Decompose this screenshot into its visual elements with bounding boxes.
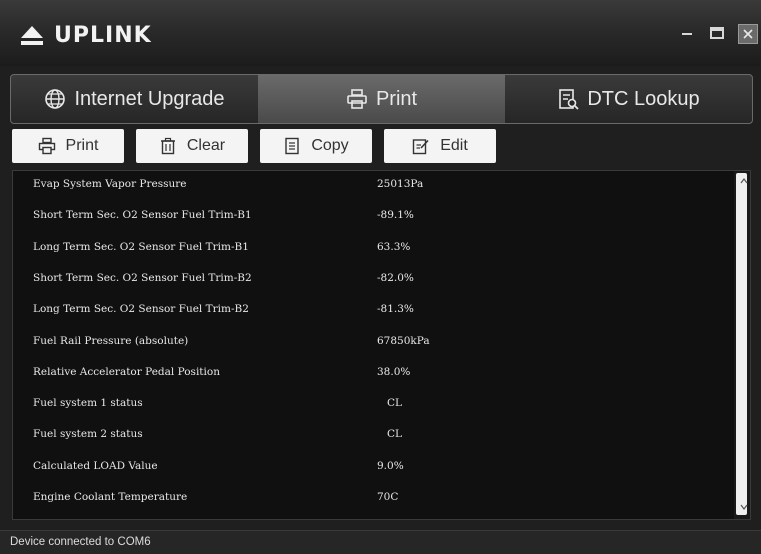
item-name: Evap System Vapor Pressure [33, 178, 187, 190]
list-item: Short Term Sec. O2 Sensor Fuel Trim-B2 -… [13, 265, 731, 296]
item-value: 67850kPa [377, 334, 430, 347]
item-value: 70C [377, 491, 399, 503]
list-item: Calculated LOAD Value 9.0% [13, 453, 731, 484]
tab-internet-upgrade[interactable]: Internet Upgrade [11, 75, 258, 123]
eject-icon [21, 26, 43, 45]
item-value: 9.0% [377, 459, 404, 472]
tab-label: Print [375, 87, 418, 110]
list-item: Engine Coolant Temperature 70C [13, 484, 731, 515]
item-name: Relative Accelerator Pedal Position [33, 365, 220, 378]
tab-label: Internet Upgrade [74, 87, 225, 110]
item-name: Long Term Sec. O2 Sensor Fuel Trim-B1 [33, 240, 249, 253]
trash-icon [160, 137, 175, 155]
copy-icon [285, 137, 300, 155]
status-bar: Device connected to COM6 [0, 530, 761, 554]
list-item: Relative Accelerator Pedal Position 38.0… [13, 359, 731, 390]
app-name: UPLINK [54, 22, 152, 48]
item-value: 38.0% [377, 365, 411, 378]
scrollbar-thumb[interactable] [736, 173, 749, 515]
list-item: Fuel system 1 status CL [13, 390, 731, 421]
tab-dtc-lookup[interactable]: DTC Lookup [505, 75, 752, 123]
maximize-icon [710, 27, 724, 39]
tab-print[interactable]: Print [258, 75, 505, 123]
title-bar: UPLINK [0, 0, 761, 66]
item-value: -81.3% [377, 303, 414, 316]
item-value: CL [387, 397, 403, 410]
close-button[interactable] [738, 24, 758, 44]
tab-bar: Internet Upgrade Print DTC Lookup [10, 74, 753, 124]
item-name: Fuel system 1 status [33, 397, 143, 410]
item-value: 25013Pa [377, 178, 424, 190]
close-icon [743, 29, 753, 39]
clear-label: Clear [186, 137, 226, 154]
clear-button[interactable]: Clear [136, 129, 248, 163]
scroll-up-icon[interactable] [739, 177, 749, 185]
item-name: Calculated LOAD Value [33, 459, 158, 472]
list-item: Evap System Vapor Pressure 25013Pa [13, 171, 731, 202]
minimize-button[interactable] [677, 22, 697, 44]
item-value: CL [387, 428, 403, 441]
item-name: Fuel Rail Pressure (absolute) [33, 334, 189, 347]
connection-status: Device connected to COM6 [10, 536, 151, 548]
item-value: -82.0% [377, 271, 414, 284]
print-button[interactable]: Print [12, 129, 124, 163]
copy-label: Copy [311, 137, 349, 154]
tab-label: DTC Lookup [587, 87, 700, 110]
item-value: 63.3% [377, 240, 411, 253]
item-name: Fuel system 2 status [33, 428, 143, 441]
edit-label: Edit [440, 137, 468, 154]
toolbar: Print Clear Copy Edit [12, 129, 496, 163]
list-item: Long Term Sec. O2 Sensor Fuel Trim-B2 -8… [13, 296, 731, 327]
list-item: Long Term Sec. O2 Sensor Fuel Trim-B1 63… [13, 234, 731, 265]
list-item: Fuel Rail Pressure (absolute) 67850kPa [13, 328, 731, 359]
edit-icon [413, 139, 429, 155]
copy-button[interactable]: Copy [260, 129, 372, 163]
app-logo: UPLINK [20, 22, 152, 48]
maximize-button[interactable] [707, 22, 727, 44]
print-label: Print [65, 137, 99, 154]
globe-icon [45, 89, 66, 109]
list-item: Fuel system 2 status CL [13, 421, 731, 452]
printer-icon [38, 137, 55, 155]
search-document-icon [559, 89, 579, 110]
minimize-icon [682, 33, 692, 35]
data-list: Evap System Vapor Pressure 25013Pa Short… [12, 170, 751, 520]
list-item: Short Term Sec. O2 Sensor Fuel Trim-B1 -… [13, 202, 731, 233]
scroll-down-icon[interactable] [739, 503, 749, 511]
item-value: -89.1% [377, 209, 414, 222]
item-name: Long Term Sec. O2 Sensor Fuel Trim-B2 [33, 303, 249, 316]
edit-button[interactable]: Edit [384, 129, 496, 163]
printer-icon [347, 89, 367, 109]
scrollbar[interactable] [734, 171, 750, 519]
item-name: Engine Coolant Temperature [33, 491, 188, 503]
item-name: Short Term Sec. O2 Sensor Fuel Trim-B1 [33, 209, 252, 222]
item-name: Short Term Sec. O2 Sensor Fuel Trim-B2 [33, 271, 252, 284]
